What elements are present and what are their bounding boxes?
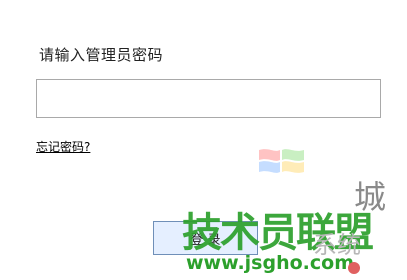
watermark-side-text: 系统 bbox=[313, 231, 361, 259]
password-prompt-label: 请输入管理员密码 bbox=[39, 46, 164, 64]
password-input[interactable] bbox=[36, 79, 381, 118]
windows-flag-logo-icon bbox=[259, 149, 304, 173]
watermark-side-char: 城 bbox=[354, 178, 387, 216]
watermark-dot bbox=[348, 262, 360, 274]
forgot-password-link[interactable]: 忘记密码? bbox=[36, 138, 90, 155]
